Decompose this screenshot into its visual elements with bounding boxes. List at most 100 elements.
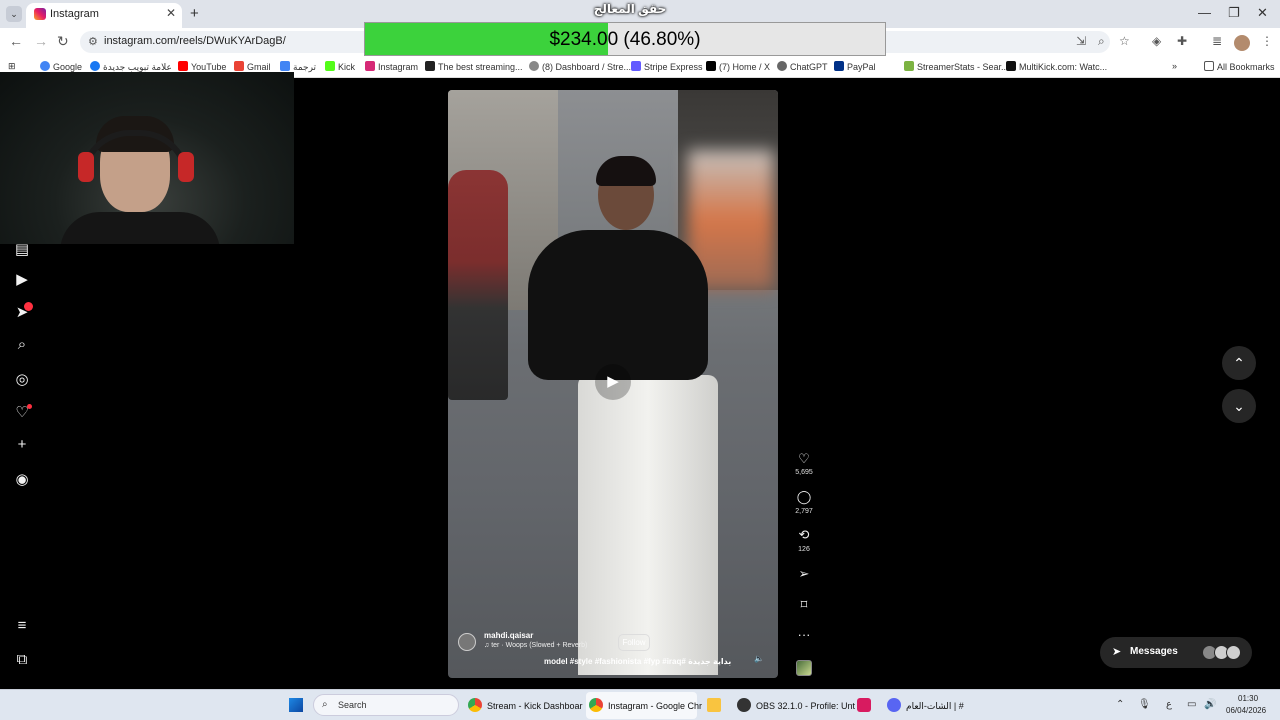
extension-icon[interactable]: ◈ xyxy=(1152,34,1161,48)
instagram-favicon-icon xyxy=(34,8,46,20)
close-window-icon[interactable]: ✕ xyxy=(1257,5,1268,21)
clock-time[interactable]: 01:30 xyxy=(1238,694,1258,703)
reel-username[interactable]: mahdi.qaisar xyxy=(484,631,533,640)
file-explorer-icon[interactable] xyxy=(707,698,726,712)
taskbar-search[interactable]: ⌕ Search xyxy=(313,694,459,716)
back-icon[interactable]: ← xyxy=(9,33,23,49)
language-indicator[interactable]: ع xyxy=(1166,699,1172,710)
bookmark-instagram[interactable]: Instagram xyxy=(365,61,418,72)
bookmark-stripe[interactable]: Stripe Express xyxy=(631,61,703,72)
reels-icon[interactable]: ▤ xyxy=(12,240,32,258)
bookmark-paypal[interactable]: PayPal xyxy=(834,61,876,72)
microphone-icon[interactable]: 🎙 xyxy=(1138,699,1151,710)
zoom-icon[interactable]: ⌕ xyxy=(1098,34,1105,49)
bookmark-gmail[interactable]: Gmail xyxy=(234,61,271,72)
tab-search-dropdown-icon[interactable]: ⌄ xyxy=(6,6,22,22)
bookmark-streaming[interactable]: The best streaming... xyxy=(425,61,523,72)
donation-goal-bar: $234.00 (46.80%) xyxy=(364,22,886,56)
reels-play-icon[interactable]: ▶ xyxy=(12,270,32,288)
follow-button[interactable]: Follow xyxy=(618,634,650,651)
repost-icon[interactable]: ⟲ xyxy=(795,527,813,543)
audio-thumbnail[interactable] xyxy=(796,660,812,676)
webcam-body xyxy=(60,212,220,244)
taskbar-search-label: Search xyxy=(338,700,367,710)
all-bookmarks[interactable]: All Bookmarks xyxy=(1204,61,1275,72)
taskbar-app-discord[interactable]: الشات-العام | # xyxy=(887,698,964,712)
install-app-icon[interactable]: ⇲ xyxy=(1076,34,1086,48)
video-person-shirt xyxy=(528,230,708,380)
tab-search-icon[interactable]: ≣ xyxy=(1212,34,1222,48)
taskbar-app-obs[interactable]: OBS 32.1.0 - Profile: Unt xyxy=(737,698,855,712)
headphone-ear-left xyxy=(78,152,94,182)
profile-avatar[interactable] xyxy=(1234,35,1250,51)
reel-caption: model #style #fashionista #fyp #iraq# بد… xyxy=(544,657,732,666)
url-text[interactable]: instagram.com/reels/DWuKYArDagB/ xyxy=(104,35,286,47)
volume-icon[interactable]: 🔈 xyxy=(754,654,764,663)
reel-video[interactable]: ▶ mahdi.qaisar ♫ ter · Woops (Slowed + R… xyxy=(448,90,778,678)
notification-badge xyxy=(24,302,33,311)
repost-count: 126 xyxy=(798,546,810,553)
minimize-icon[interactable]: — xyxy=(1198,5,1211,20)
volume-icon[interactable]: 🔊 xyxy=(1204,699,1216,710)
clock-date[interactable]: 06/04/2026 xyxy=(1226,706,1266,715)
messages-label: Messages xyxy=(1130,646,1178,657)
bookmark-streamerstats[interactable]: StreamerStats - Sear... xyxy=(904,61,1009,72)
goal-amount: $234.00 xyxy=(549,29,619,50)
bookmark-chatgpt[interactable]: ChatGPT xyxy=(777,61,828,72)
video-person-pants xyxy=(578,375,718,675)
create-icon[interactable]: + xyxy=(12,436,32,453)
tab-title: Instagram xyxy=(50,8,99,20)
messages-button[interactable]: ➤ Messages xyxy=(1100,637,1252,668)
profile-icon[interactable]: ◉ xyxy=(12,470,32,488)
taskbar-app-instagram-chrome[interactable]: Instagram - Google Chr xyxy=(589,698,702,712)
bookmark-kick[interactable]: Kick xyxy=(325,61,355,72)
comment-icon[interactable]: ◯ xyxy=(795,489,813,505)
search-icon[interactable]: ⌕ xyxy=(12,336,32,353)
apps-grid-icon[interactable]: ⊞ xyxy=(8,61,16,72)
network-icon[interactable]: ▭ xyxy=(1187,699,1196,710)
bookmark-dashboard[interactable]: (8) Dashboard / Stre... xyxy=(529,61,631,72)
notification-dot xyxy=(27,404,32,409)
goal-title: حقق المعالج xyxy=(593,2,667,16)
more-apps-icon[interactable]: ⧉ xyxy=(12,651,32,668)
forward-icon[interactable]: → xyxy=(34,33,48,49)
comment-count: 2,797 xyxy=(795,508,813,515)
bookmark-multikick[interactable]: MultiKick.com: Watc... xyxy=(1006,61,1107,72)
close-tab-icon[interactable]: ✕ xyxy=(166,6,176,20)
video-motorbike-person xyxy=(448,170,508,400)
share-icon[interactable]: ➢ xyxy=(795,566,813,582)
play-icon[interactable]: ▶ xyxy=(595,364,631,400)
save-bookmark-icon[interactable]: ⌑ xyxy=(795,597,813,613)
more-options-icon[interactable]: ··· xyxy=(795,627,813,642)
windows-taskbar: ⌕ Search Stream - Kick Dashboar Instagra… xyxy=(0,689,1280,720)
bookmarks-overflow-icon[interactable]: » xyxy=(1172,61,1177,71)
like-count: 5,695 xyxy=(795,469,813,476)
puzzle-extensions-icon[interactable]: ✚ xyxy=(1177,34,1187,48)
new-tab-button[interactable]: + xyxy=(190,5,199,22)
streamer-webcam xyxy=(0,72,294,244)
bookmark-x[interactable]: (7) Home / X xyxy=(706,61,770,72)
tray-overflow-chevron-icon[interactable]: ⌃ xyxy=(1116,699,1124,710)
taskbar-app-kick-dashboard[interactable]: Stream - Kick Dashboar xyxy=(468,698,583,712)
star-bookmark-icon[interactable]: ☆ xyxy=(1119,34,1130,48)
previous-reel-chevron-up-icon[interactable]: ⌃ xyxy=(1222,346,1256,380)
search-icon: ⌕ xyxy=(322,699,328,710)
like-heart-icon[interactable]: ♡ xyxy=(795,451,813,467)
bookmark-youtube[interactable]: YouTube xyxy=(178,61,226,72)
windows-start-icon[interactable] xyxy=(289,698,303,712)
menu-icon[interactable]: ≡ xyxy=(12,617,32,634)
chrome-menu-icon[interactable]: ⋮ xyxy=(1261,34,1273,48)
bookmark-google[interactable]: Google xyxy=(40,61,82,72)
next-reel-chevron-down-icon[interactable]: ⌄ xyxy=(1222,389,1256,423)
taskbar-app-red-icon[interactable] xyxy=(857,698,876,712)
message-avatar xyxy=(1226,645,1241,660)
goal-percent: (46.80%) xyxy=(623,29,701,50)
tab-instagram[interactable]: Instagram ✕ xyxy=(26,3,182,28)
reload-icon[interactable]: ↻ xyxy=(57,33,69,50)
restore-icon[interactable]: ❐ xyxy=(1228,5,1240,21)
messages-send-icon: ➤ xyxy=(1112,646,1122,658)
reel-audio-track[interactable]: ♫ ter · Woops (Slowed + Reverb) xyxy=(484,642,587,649)
reel-author-avatar[interactable] xyxy=(458,633,476,651)
site-info-icon[interactable]: ⚙ xyxy=(88,35,98,48)
explore-icon[interactable]: ◎ xyxy=(12,370,32,388)
